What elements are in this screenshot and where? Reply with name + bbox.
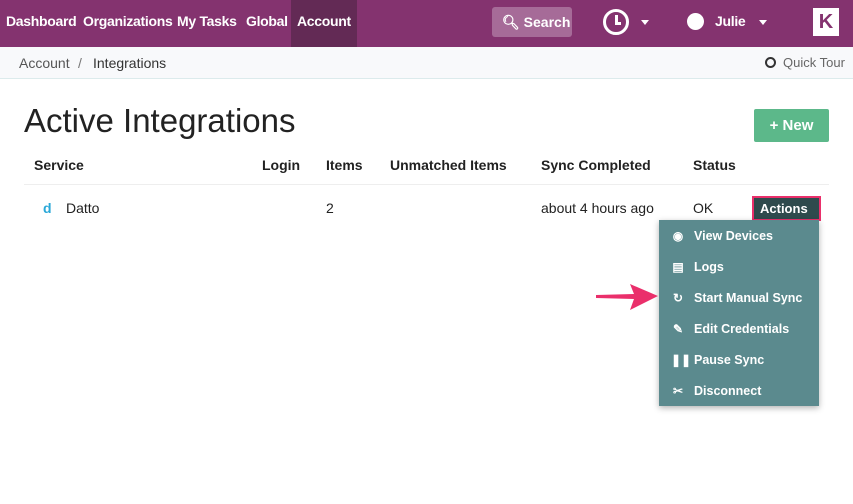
menu-label: Pause Sync <box>694 352 765 367</box>
col-unmatched: Unmatched Items <box>390 157 507 173</box>
pencil-icon: ✎ <box>672 321 684 336</box>
arrow-annotation-icon <box>596 284 658 310</box>
chevron-down-icon[interactable] <box>759 20 767 25</box>
page-title: Active Integrations <box>24 102 296 139</box>
menu-pause-sync[interactable]: ❚❚ Pause Sync <box>659 344 819 375</box>
search-label: Search <box>523 14 571 30</box>
items-count: 2 <box>326 200 334 216</box>
new-label: New <box>782 117 814 134</box>
quick-tour-link[interactable]: Quick Tour <box>783 47 845 79</box>
search-icon: 🔍︎ <box>502 14 520 30</box>
col-service: Service <box>34 157 84 173</box>
service-name[interactable]: Datto <box>66 200 99 216</box>
eye-icon: ◉ <box>672 228 684 243</box>
menu-disconnect[interactable]: ✂ Disconnect <box>659 375 819 406</box>
unlink-icon: ✂ <box>672 383 684 398</box>
nav-dashboard[interactable]: Dashboard <box>6 0 77 47</box>
nav-global[interactable]: Global <box>246 0 288 47</box>
menu-edit-credentials[interactable]: ✎ Edit Credentials <box>659 313 819 344</box>
col-login: Login <box>262 157 301 173</box>
pause-icon: ❚❚ <box>671 352 692 367</box>
col-items: Items <box>326 157 363 173</box>
menu-label: View Devices <box>694 228 773 243</box>
menu-label: Edit Credentials <box>694 321 790 336</box>
breadcrumb-account[interactable]: Account <box>19 47 70 79</box>
menu-logs[interactable]: ▤ Logs <box>659 251 819 282</box>
plus-icon: + <box>769 117 779 134</box>
menu-label: Start Manual Sync <box>694 290 803 305</box>
breadcrumb: Account / Integrations Quick Tour <box>0 47 853 79</box>
col-sync: Sync Completed <box>541 157 651 173</box>
refresh-icon: ↻ <box>672 290 684 305</box>
logo[interactable]: K <box>813 8 839 36</box>
col-status: Status <box>693 157 736 173</box>
status: OK <box>693 200 714 216</box>
breadcrumb-integrations: Integrations <box>93 55 167 71</box>
new-button[interactable]: + New <box>754 109 829 142</box>
nav-my-tasks[interactable]: My Tasks <box>177 0 237 47</box>
user-menu[interactable]: Julie <box>715 0 746 47</box>
sync-completed: about 4 hours ago <box>541 200 654 216</box>
user-icon <box>687 13 704 30</box>
menu-label: Disconnect <box>694 383 762 398</box>
search-button[interactable]: 🔍︎ Search <box>492 7 572 37</box>
clock-icon[interactable] <box>603 9 629 35</box>
menu-label: Logs <box>694 259 724 274</box>
menu-view-devices[interactable]: ◉ View Devices <box>659 220 819 251</box>
file-icon: ▤ <box>672 259 684 274</box>
header-divider <box>24 184 829 185</box>
actions-label: Actions <box>760 201 808 216</box>
top-nav: Dashboard Organizations My Tasks Global … <box>0 0 853 47</box>
datto-icon: d <box>43 200 52 216</box>
actions-menu: ◉ View Devices ▤ Logs ↻ Start Manual Sync ✎… <box>659 220 819 406</box>
nav-organizations[interactable]: Organizations <box>83 0 173 47</box>
compass-icon <box>765 57 776 68</box>
actions-button[interactable]: Actions <box>752 196 821 234</box>
chevron-down-icon[interactable] <box>641 20 649 25</box>
breadcrumb-separator: / <box>78 55 82 71</box>
nav-account[interactable]: Account <box>291 0 357 47</box>
menu-start-manual-sync[interactable]: ↻ Start Manual Sync <box>659 282 819 313</box>
